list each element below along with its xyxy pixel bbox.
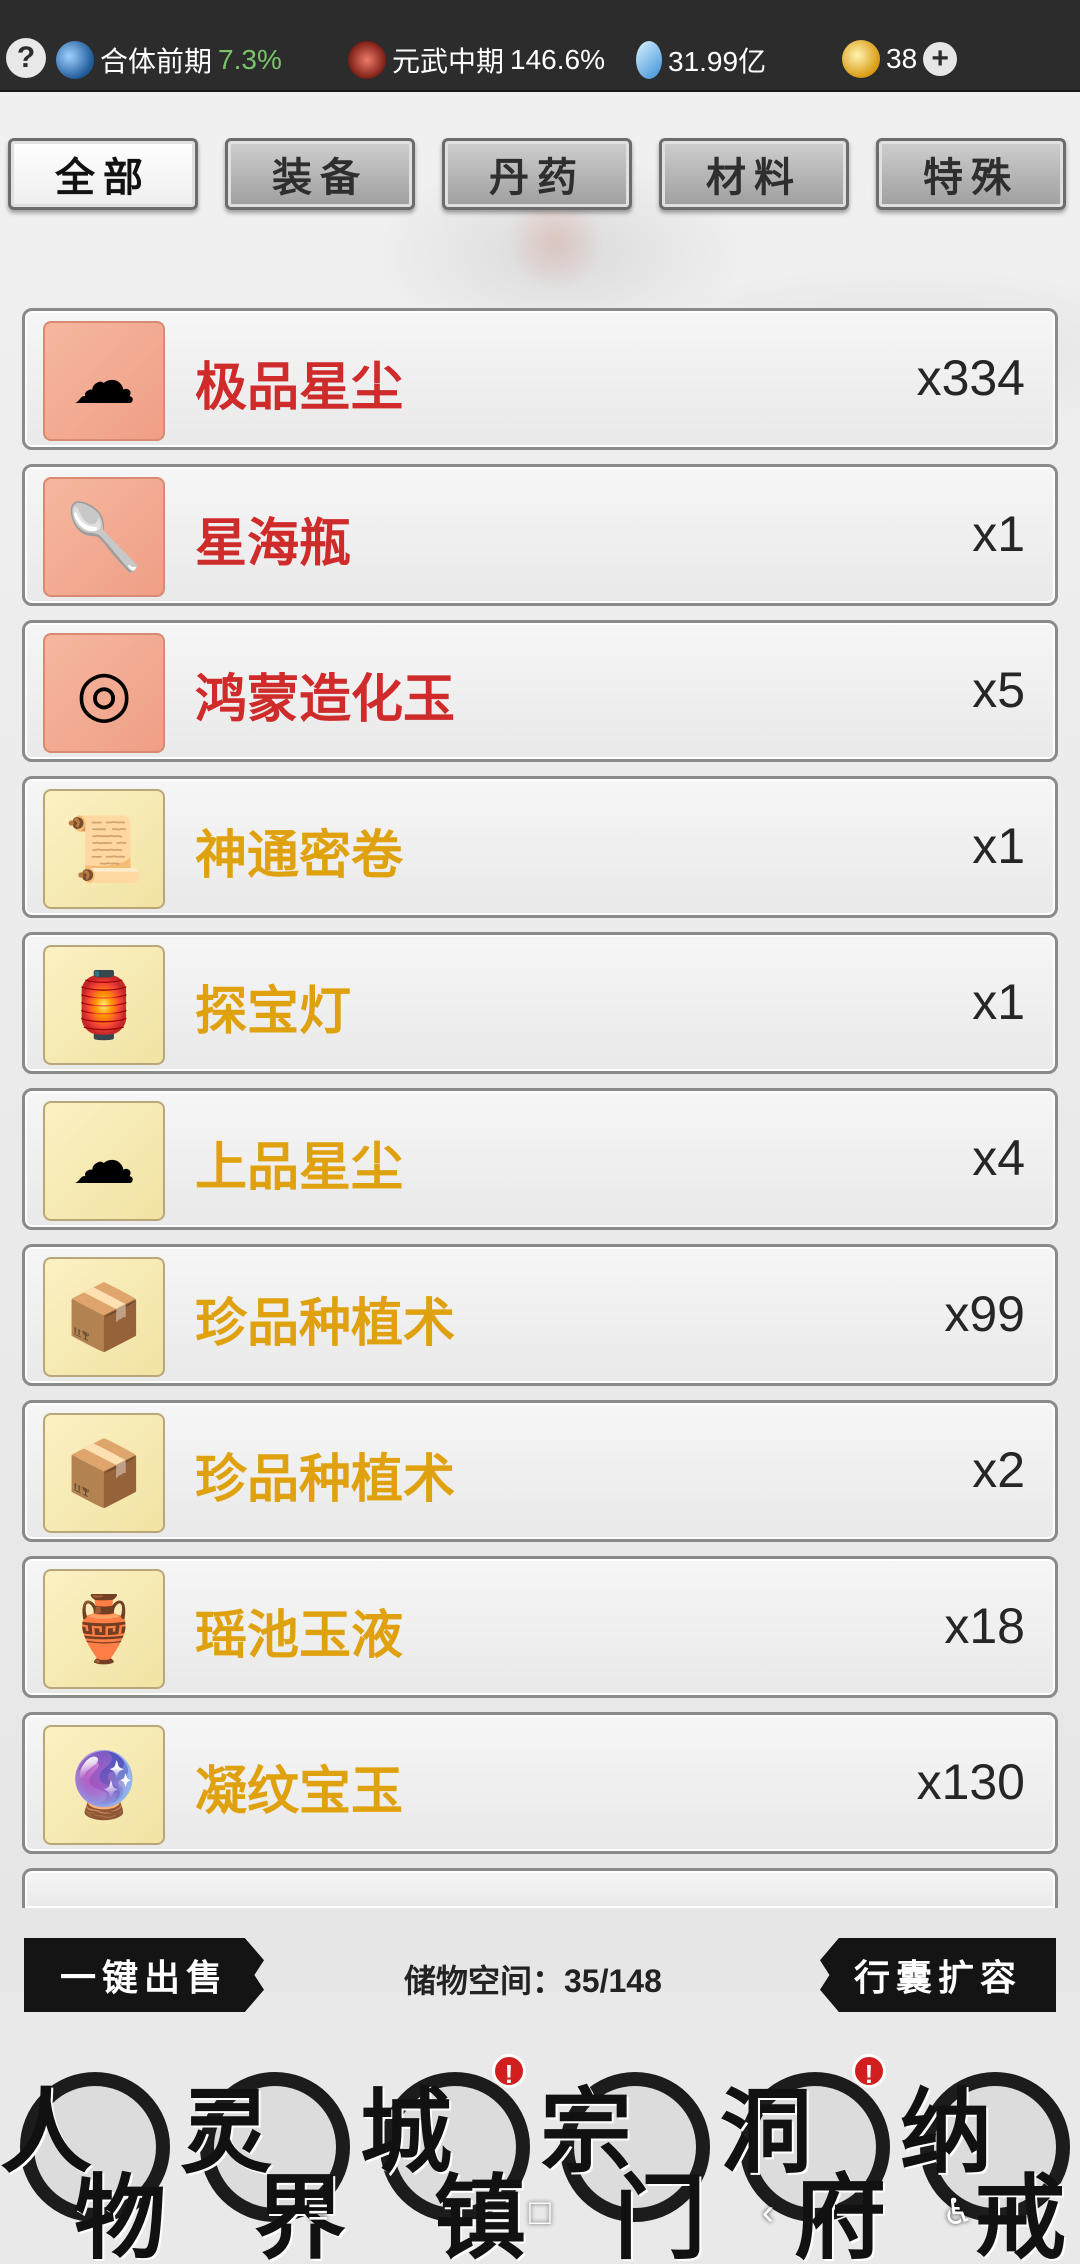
item-name: 鸿蒙造化玉 <box>195 671 456 729</box>
inventory-list[interactable]: ☁ 极品星尘 x334 🥄 星海瓶 x1 ◎ 鸿蒙造化玉 x5 📜 神通密卷 x… <box>22 308 1058 1922</box>
jade-disc-icon: ◎ <box>43 633 165 753</box>
inventory-item[interactable]: 📜 神通密卷 x1 <box>22 776 1058 918</box>
inventory-tabs: 全部 装备 丹药 材料 特殊 <box>8 138 1072 210</box>
notification-badge: ! <box>852 2054 886 2089</box>
taiji-icon <box>56 41 94 79</box>
inventory-item[interactable]: 🏺 瑶池玉液 x18 <box>22 1556 1058 1698</box>
inventory-item[interactable]: 🏮 探宝灯 x1 <box>22 932 1058 1074</box>
vase-icon: 🏺 <box>43 1569 165 1689</box>
sell-all-button[interactable]: 一键出售 <box>24 1938 264 2012</box>
item-quantity: x334 <box>916 350 1025 406</box>
tab-pills[interactable]: 丹药 <box>442 138 632 210</box>
item-name: 瑶池玉液 <box>195 1607 404 1665</box>
back-icon[interactable]: ‹ <box>746 2190 790 2234</box>
martial-realm-label: 元武中期 <box>392 46 505 77</box>
item-quantity: x130 <box>916 1754 1025 1810</box>
item-quantity: x2 <box>972 1442 1025 1498</box>
manual-icon: 📦 <box>43 1413 165 1533</box>
item-name: 珍品种植术 <box>195 1451 456 1509</box>
item-name: 凝纹宝玉 <box>195 1763 404 1821</box>
system-navigation-bar: ≡ □ ‹ ♿ <box>0 2150 1080 2264</box>
item-name: 极品星尘 <box>195 359 404 417</box>
expand-storage-button[interactable]: 行囊扩容 <box>820 1938 1056 2012</box>
tab-all[interactable]: 全部 <box>8 138 198 210</box>
item-quantity: x99 <box>944 1286 1025 1342</box>
tab-materials[interactable]: 材料 <box>659 138 849 210</box>
help-button[interactable]: ? <box>6 38 46 78</box>
cultivation-realm-stat[interactable]: 合体前期 7.3% <box>56 40 282 80</box>
inventory-item[interactable]: ☁ 极品星尘 x334 <box>22 308 1058 450</box>
lantern-icon: 🏮 <box>43 945 165 1065</box>
inventory-item[interactable]: ◎ 鸿蒙造化玉 x5 <box>22 620 1058 762</box>
item-quantity: x5 <box>972 662 1025 718</box>
item-name: 珍品种植术 <box>195 1295 456 1353</box>
item-quantity: x1 <box>972 974 1025 1030</box>
inventory-item-partial[interactable] <box>22 1868 1058 1908</box>
spirit-stone-count: 31.99亿 <box>668 46 767 77</box>
item-quantity: x1 <box>972 506 1025 562</box>
coin-count: 38 <box>886 43 918 74</box>
item-quantity: x18 <box>944 1598 1025 1654</box>
martial-realm-progress: 146.6% <box>510 44 605 75</box>
inventory-item[interactable]: 📦 珍品种植术 x2 <box>22 1400 1058 1542</box>
item-name: 神通密卷 <box>195 827 404 885</box>
accessibility-icon[interactable]: ♿ <box>936 2190 980 2234</box>
item-name: 星海瓶 <box>195 515 352 573</box>
tab-special[interactable]: 特殊 <box>876 138 1066 210</box>
inventory-item[interactable]: 📦 珍品种植术 x99 <box>22 1244 1058 1386</box>
notification-badge: ! <box>492 2054 526 2089</box>
tab-equipment[interactable]: 装备 <box>225 138 415 210</box>
item-name: 探宝灯 <box>195 983 352 1041</box>
add-coins-button[interactable]: + <box>923 42 958 76</box>
item-name: 上品星尘 <box>195 1139 404 1197</box>
sword-icon <box>348 41 386 79</box>
stardust-icon: ☁ <box>43 1101 165 1221</box>
item-quantity: x4 <box>972 1130 1025 1186</box>
storage-capacity: 储物空间：35/148 <box>404 1963 662 1999</box>
inventory-item[interactable]: ☁ 上品星尘 x4 <box>22 1088 1058 1230</box>
bottle-icon: 🥄 <box>43 477 165 597</box>
inventory-item[interactable]: 🔮 凝纹宝玉 x130 <box>22 1712 1058 1854</box>
spirit-stone-stat[interactable]: 31.99亿 <box>636 40 766 80</box>
coin-stat[interactable]: 38 + <box>842 40 958 78</box>
top-status-bar: ? 合体前期 7.3% 元武中期 146.6% 31.99亿 38 + <box>0 0 1080 92</box>
home-icon[interactable]: □ <box>518 2190 562 2234</box>
manual-icon: 📦 <box>43 1257 165 1377</box>
gem-icon: 🔮 <box>43 1725 165 1845</box>
yin-yang-coin-icon <box>842 40 880 78</box>
inventory-action-bar: 一键出售 储物空间：35/148 行囊扩容 <box>0 1938 1080 2018</box>
stardust-icon: ☁ <box>43 321 165 441</box>
martial-realm-stat[interactable]: 元武中期 146.6% <box>348 40 605 80</box>
realm-label: 合体前期 <box>100 46 213 77</box>
scroll-icon: 📜 <box>43 789 165 909</box>
recent-apps-icon[interactable]: ≡ <box>296 2190 340 2234</box>
realm-progress: 7.3% <box>218 44 282 75</box>
inventory-item[interactable]: 🥄 星海瓶 x1 <box>22 464 1058 606</box>
item-quantity: x1 <box>972 818 1025 874</box>
spirit-stone-icon <box>636 41 662 79</box>
